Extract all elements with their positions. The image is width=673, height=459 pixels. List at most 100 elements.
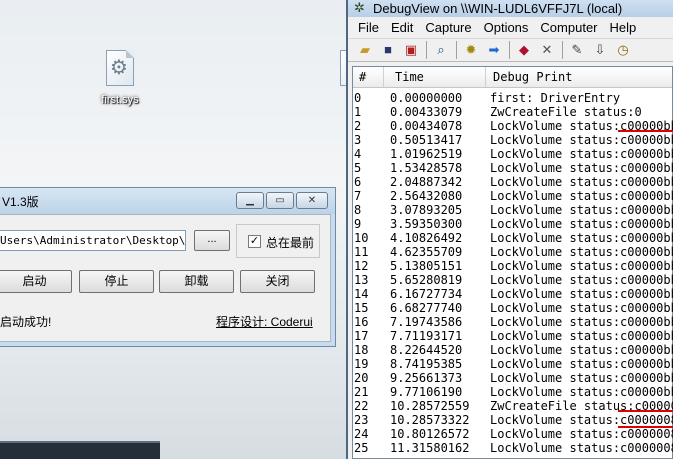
menu-computer[interactable]: Computer xyxy=(540,20,597,35)
close-app-button[interactable]: 关闭 xyxy=(240,270,315,293)
table-row[interactable]: 23 10.28573322 LockVolume status:c0000008 xyxy=(353,413,673,427)
table-row[interactable]: 19 8.74195385 LockVolume status:c00000bb xyxy=(353,357,673,371)
clock-icon[interactable]: ◷ xyxy=(614,41,632,59)
row-time: 4.10826492 xyxy=(390,231,463,245)
table-row[interactable]: 9 3.59350300 LockVolume status:c00000bb xyxy=(353,217,673,231)
row-message: LockVolume status:c00000bb xyxy=(490,203,673,217)
row-index: 7 xyxy=(354,189,362,203)
row-time: 2.04887342 xyxy=(390,175,463,189)
row-index: 16 xyxy=(354,315,369,329)
table-row[interactable]: 11 4.62355709 LockVolume status:c00000bb xyxy=(353,245,673,259)
row-index: 21 xyxy=(354,385,369,399)
table-row[interactable]: 0 0.00000000 first: DriverEntry xyxy=(353,91,672,105)
unload-button[interactable]: 卸载 xyxy=(159,270,234,293)
find-icon[interactable]: ⌕ xyxy=(432,41,450,59)
capture-gear-icon[interactable]: ✹ xyxy=(462,41,480,59)
row-time: 3.07893205 xyxy=(390,203,463,217)
row-index: 18 xyxy=(354,343,369,357)
row-time: 6.68277740 xyxy=(390,301,463,315)
menu-options[interactable]: Options xyxy=(484,20,529,35)
autoscroll-icon[interactable]: ⇩ xyxy=(591,41,609,59)
desktop-icon-first-sys[interactable]: ⚙ first.sys xyxy=(80,48,160,106)
minimize-button[interactable]: ▁ xyxy=(236,192,264,209)
table-row[interactable]: 6 2.04887342 LockVolume status:c00000bb xyxy=(353,175,673,189)
close-button[interactable]: ✕ xyxy=(296,192,328,209)
start-button[interactable]: 启动 xyxy=(0,270,72,293)
always-on-top-checkbox[interactable]: ✓ xyxy=(248,235,261,248)
row-message: LockVolume status:c00000bb xyxy=(490,315,673,329)
author-credit-link[interactable]: 程序设计: Coderui xyxy=(216,313,313,330)
table-row[interactable]: 16 7.19743586 LockVolume status:c00000bb xyxy=(353,315,673,329)
row-index: 11 xyxy=(354,245,369,259)
red-underline-annotation xyxy=(618,426,673,428)
table-row[interactable]: 20 9.25661373 LockVolume status:c00000bb xyxy=(353,371,673,385)
menu-file[interactable]: File xyxy=(358,20,379,35)
table-row[interactable]: 13 5.65280819 LockVolume status:c00000bb xyxy=(353,273,673,287)
table-row[interactable]: 10 4.10826492 LockVolume status:c00000bb xyxy=(353,231,673,245)
row-message: LockVolume status:c00000bb xyxy=(490,357,673,371)
row-message: LockVolume status:c00000bb xyxy=(490,343,673,357)
table-row[interactable]: 7 2.56432080 LockVolume status:c00000bb xyxy=(353,189,673,203)
debug-output-list[interactable]: # Time Debug Print 0 0.00000000 first: Dri… xyxy=(352,66,673,459)
row-index: 24 xyxy=(354,427,369,441)
column-debug-print[interactable]: Debug Print xyxy=(493,70,572,84)
list-rows: 0 0.00000000 first: DriverEntry 1 0.00433079… xyxy=(353,91,673,455)
row-time: 11.31580162 xyxy=(390,441,470,455)
table-row[interactable]: 3 0.50513417 LockVolume status:c00000bb xyxy=(353,133,673,147)
row-time: 1.53428578 xyxy=(390,161,463,175)
row-message: LockVolume status:c00000bb xyxy=(490,245,673,259)
sys-file-icon: ⚙ xyxy=(100,48,140,90)
table-row[interactable]: 15 6.68277740 LockVolume status:c00000bb xyxy=(353,301,673,315)
arrow-right-icon[interactable]: ➡ xyxy=(485,41,503,59)
table-row[interactable]: 14 6.16727734 LockVolume status:c00000bb xyxy=(353,287,673,301)
loader-titlebar[interactable]: V1.3版 ▁ ▭ ✕ xyxy=(0,188,335,214)
driver-path-input[interactable]: Users\Administrator\Desktop\fir xyxy=(0,230,186,251)
table-row[interactable]: 17 7.71193171 LockVolume status:c00000bb xyxy=(353,329,673,343)
table-row[interactable]: 12 5.13805151 LockVolume status:c00000bb xyxy=(353,259,673,273)
row-index: 6 xyxy=(354,175,362,189)
column-time[interactable]: Time xyxy=(395,70,424,84)
row-time: 10.28572559 xyxy=(390,399,470,413)
row-index: 13 xyxy=(354,273,369,287)
table-row[interactable]: 1 0.00433079 ZwCreateFile status:0 xyxy=(353,105,672,119)
menu-edit[interactable]: Edit xyxy=(391,20,413,35)
table-row[interactable]: 8 3.07893205 LockVolume status:c00000bb xyxy=(353,203,673,217)
debugview-titlebar[interactable]: ✲ DebugView on \\WIN-LUDL6VFFJ7L (local) xyxy=(348,0,673,17)
minimize-icon: ▁ xyxy=(246,195,254,206)
edit-filter-icon[interactable]: ✎ xyxy=(568,41,586,59)
row-message: LockVolume status:c00000bb xyxy=(490,301,673,315)
open-folder-icon[interactable]: ▰ xyxy=(356,41,374,59)
row-message: LockVolume status:c00000bb xyxy=(490,133,673,147)
table-row[interactable]: 18 8.22644520 LockVolume status:c00000bb xyxy=(353,343,673,357)
toolbar: ▰ ■ ▣ ⌕ ✹ ➡ ◆ ✕ ✎ ⇩ ◷ xyxy=(348,38,673,62)
loader-window: V1.3版 ▁ ▭ ✕ Users\Administrator\Desktop\… xyxy=(0,187,336,347)
browse-button[interactable]: ... xyxy=(194,230,230,251)
row-index: 4 xyxy=(354,147,362,161)
table-row[interactable]: 5 1.53428578 LockVolume status:c00000bb xyxy=(353,161,673,175)
row-index: 2 xyxy=(354,119,362,133)
row-message: LockVolume status:c00000bb xyxy=(490,259,673,273)
table-row[interactable]: 25 11.31580162 LockVolume status:c0000008 xyxy=(353,441,673,455)
stop-button[interactable]: 停止 xyxy=(79,270,154,293)
table-row[interactable]: 24 10.80126572 LockVolume status:c0000008 xyxy=(353,427,673,441)
maximize-button[interactable]: ▭ xyxy=(266,192,294,209)
row-message: LockVolume status:c00000bb xyxy=(490,217,673,231)
menu-help[interactable]: Help xyxy=(610,20,637,35)
row-index: 12 xyxy=(354,259,369,273)
row-time: 8.22644520 xyxy=(390,343,463,357)
clear-display-icon[interactable]: ✕ xyxy=(538,41,556,59)
row-time: 9.77106190 xyxy=(390,385,463,399)
row-time: 1.01962519 xyxy=(390,147,463,161)
row-index: 0 xyxy=(354,91,362,105)
menu-capture[interactable]: Capture xyxy=(425,20,471,35)
always-on-top-label: 总在最前 xyxy=(266,236,315,250)
column-index[interactable]: # xyxy=(359,70,366,84)
table-row[interactable]: 4 1.01962519 LockVolume status:c00000bb xyxy=(353,147,673,161)
clear-log-icon[interactable]: ▣ xyxy=(402,41,420,59)
red-underline-annotation xyxy=(618,130,673,132)
table-row[interactable]: 21 9.77106190 LockVolume status:c00000bb xyxy=(353,385,673,399)
bookmark-icon[interactable]: ◆ xyxy=(515,41,533,59)
window-title: DebugView on \\WIN-LUDL6VFFJ7L (local) xyxy=(373,1,623,16)
row-time: 6.16727734 xyxy=(390,287,463,301)
save-icon[interactable]: ■ xyxy=(379,41,397,59)
